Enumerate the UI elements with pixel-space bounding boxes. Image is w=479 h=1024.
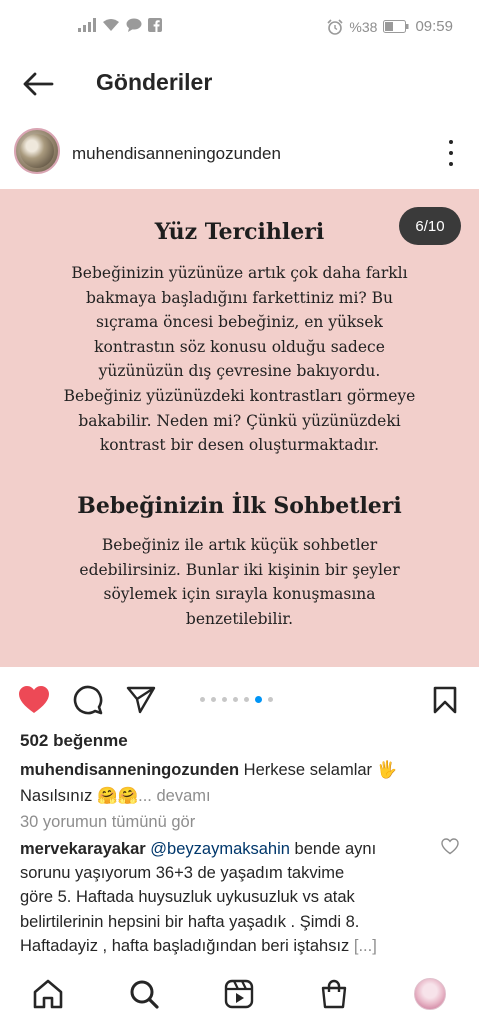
slide-line: bakabilir. Neden mi? Çünkü yüzünüzdeki <box>78 411 401 430</box>
back-arrow-icon <box>23 72 54 96</box>
slide-line: söylemek için sırayla konuşmasına <box>103 585 376 604</box>
home-icon <box>33 979 63 1009</box>
slide-paragraph-1: Bebeğinizin yüzünüze artık çok daha fark… <box>36 261 443 458</box>
comment-bubble-icon <box>73 685 103 715</box>
comment-username[interactable]: mervekarayakar <box>20 840 146 858</box>
wifi-icon <box>103 19 119 31</box>
slide-line: benzetilebilir. <box>185 609 294 628</box>
back-button[interactable] <box>20 68 56 100</box>
chat-notification-icon <box>126 18 142 32</box>
comment-line: belirtilerinin hepsini bir hafta yaşadık… <box>20 912 360 931</box>
status-left-icons <box>78 18 162 32</box>
nav-search[interactable] <box>124 974 164 1014</box>
author-avatar[interactable] <box>14 128 60 174</box>
status-bar: %38 09:59 <box>0 0 479 56</box>
page-title: Gönderiler <box>96 69 213 95</box>
carousel-dots <box>200 696 273 703</box>
caption-text-line-2: Nasılsınız 🤗🤗 <box>20 787 139 805</box>
carousel-dot <box>200 697 205 702</box>
like-button[interactable] <box>16 682 52 718</box>
profile-avatar <box>414 978 446 1010</box>
status-right-icons: %38 09:59 <box>327 18 453 35</box>
search-icon <box>130 980 159 1009</box>
shopping-bag-icon <box>321 979 347 1009</box>
slide-line: kontrastın söz konusu olduğu sadece <box>94 337 385 356</box>
slide-heading-2: Bebeğinizin İlk Sohbetleri <box>77 493 402 519</box>
alarm-icon <box>327 18 343 35</box>
carousel-dot <box>211 697 216 702</box>
facebook-notification-icon <box>148 18 162 32</box>
slide-line: kontrast bir desen oluşturmaktadır. <box>99 436 380 455</box>
comment-line: göre 5. Haftada huysuzluk uykusuzluk vs … <box>20 888 355 907</box>
save-button[interactable] <box>427 682 463 718</box>
author-username[interactable]: muhendisanneningozunden <box>72 144 281 164</box>
battery-percent: %38 <box>349 18 378 35</box>
caption-text-line-1: Herkese selamlar 🖐 <box>243 761 398 779</box>
comment-more-link[interactable]: [...] <box>354 937 377 955</box>
share-button[interactable] <box>123 682 159 718</box>
nav-reels[interactable] <box>219 974 259 1014</box>
more-dot-icon <box>449 140 453 144</box>
slide-line: Bebeğiniz ile artık küçük sohbetler <box>101 536 378 554</box>
comment-like-button[interactable] <box>441 838 459 856</box>
nav-home[interactable] <box>28 974 68 1014</box>
comment-line: sorunu yaşıyorum 36+3 de yaşadım takvime <box>20 864 345 883</box>
slide-line: bakmaya başladığını farkettiniz mi? Bu <box>85 288 394 307</box>
view-all-comments-link[interactable]: 30 yorumun tümünü gör <box>20 813 195 832</box>
heart-outline-icon <box>441 838 459 855</box>
nav-shop[interactable] <box>314 974 354 1014</box>
post-caption[interactable]: muhendisanneningozunden Herkese selamlar… <box>20 757 460 809</box>
post-action-bar <box>0 678 479 722</box>
caption-username[interactable]: muhendisanneningozunden <box>20 761 239 779</box>
paper-plane-icon <box>126 686 156 714</box>
comment-preview: mervekarayakar @beyzaymaksahin bende ayn… <box>20 837 430 958</box>
slide-line: edebilirsiniz. Bunlar iki kişinin bir şe… <box>79 560 400 579</box>
carousel-dot <box>244 697 249 702</box>
clock-time: 09:59 <box>415 18 453 35</box>
carousel-dot <box>233 697 238 702</box>
slide-heading-1: Yüz Tercihleri <box>154 219 325 245</box>
comment-button[interactable] <box>70 682 106 718</box>
more-dot-icon <box>449 151 453 155</box>
post-header: muhendisanneningozunden <box>0 124 479 184</box>
slide-line: Bebeğiniz yüzünüzdeki kontrastları görme… <box>63 386 416 405</box>
battery-icon <box>383 20 409 33</box>
heart-filled-icon <box>19 686 49 713</box>
carousel-dot <box>222 697 227 702</box>
comment-line: Haftadayiz , hafta başladığından beri iş… <box>20 936 350 955</box>
slide-paragraph-2: Bebeğiniz ile artık küçük sohbetler edeb… <box>36 533 443 631</box>
bottom-navigation <box>0 964 479 1024</box>
likes-count[interactable]: 502 beğenme <box>20 731 128 751</box>
app-header: Gönderiler <box>0 56 479 112</box>
slide-line: sıçrama öncesi bebeğiniz, en yüksek <box>96 313 383 332</box>
carousel-dot-active <box>255 696 262 703</box>
bookmark-icon <box>433 686 457 714</box>
more-options-button[interactable] <box>445 140 457 166</box>
post-carousel-slide[interactable]: 6/10 Yüz Tercihleri Bebeğinizin yüzünüze… <box>0 189 479 667</box>
more-dot-icon <box>449 162 453 166</box>
comment-mention[interactable]: @beyzaymaksahin <box>150 840 290 858</box>
signal-icon <box>78 18 96 32</box>
slide-line: yüzünüzün dış çevresine bakıyordu. <box>98 362 381 381</box>
carousel-dot <box>268 697 273 702</box>
reels-icon <box>224 979 254 1009</box>
caption-more-link[interactable]: ... devamı <box>138 787 210 805</box>
slide-line: Bebeğinizin yüzünüze artık çok daha fark… <box>71 264 408 282</box>
comment-text-first: bende aynı <box>289 840 377 858</box>
nav-profile[interactable] <box>410 974 450 1014</box>
